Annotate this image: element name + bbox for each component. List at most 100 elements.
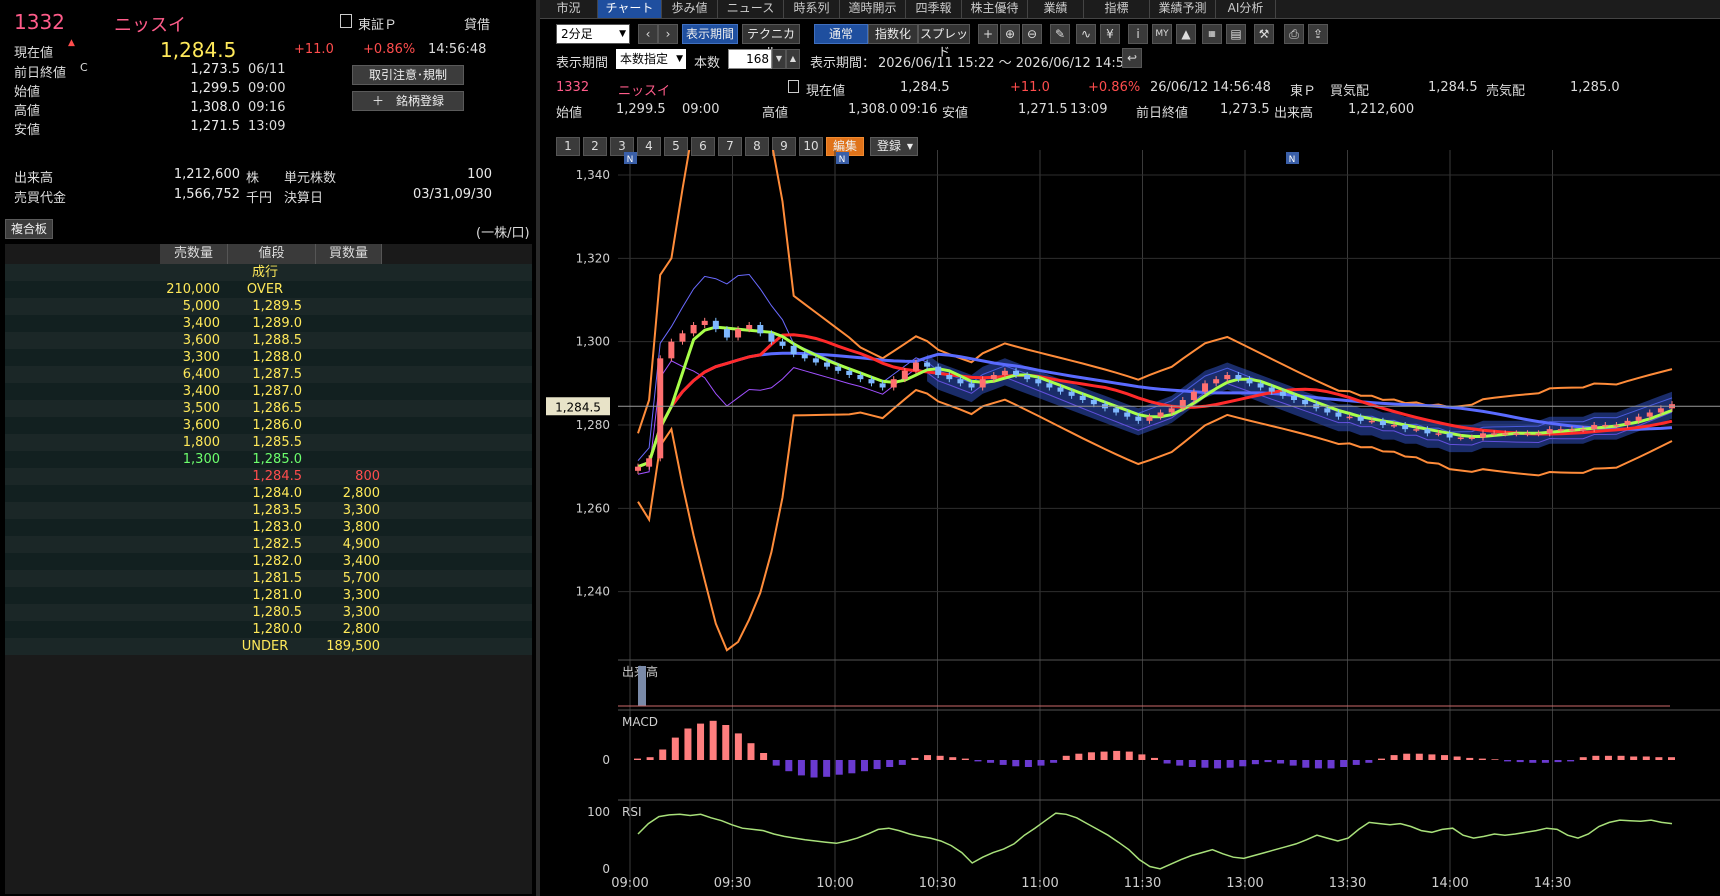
crosshair-icon[interactable]: + — [978, 24, 998, 44]
macd-bar — [1125, 751, 1133, 760]
print-icon[interactable]: ⎙ — [1284, 24, 1304, 44]
orderbook-row[interactable]: 1,284.5 800 — [5, 468, 532, 485]
orderbook-row[interactable]: 3,300 1,288.0 — [5, 349, 532, 366]
tab-1[interactable]: チャート — [598, 0, 662, 18]
candle-body — [1168, 408, 1175, 413]
orderbook-row[interactable]: 5,000 1,289.5 — [5, 298, 532, 315]
orderbook-row[interactable]: 1,282.5 4,900 — [5, 536, 532, 553]
orderbook-row[interactable]: 1,281.5 5,700 — [5, 570, 532, 587]
candle-body — [1368, 420, 1375, 423]
export-icon[interactable]: ⇪ — [1308, 24, 1328, 44]
chart-market: 東Ｐ — [1290, 84, 1317, 99]
orderbook-row[interactable]: 1,281.0 3,300 — [5, 587, 532, 604]
candle-body — [1257, 383, 1264, 388]
orderbook-row[interactable]: 1,800 1,285.5 — [5, 434, 532, 451]
orderbook-row[interactable]: 3,500 1,286.5 — [5, 400, 532, 417]
orderbook-row[interactable]: 1,280.5 3,300 — [5, 604, 532, 621]
tab-4[interactable]: 時系列 — [784, 0, 840, 18]
price-header: 値段 — [228, 244, 316, 264]
tab-8[interactable]: 業績 — [1028, 0, 1084, 18]
orderbook-row[interactable]: 3,400 1,289.0 — [5, 315, 532, 332]
trading-rules-button[interactable]: 取引注意･規制 — [352, 65, 464, 85]
count-up-icon[interactable]: ▲ — [786, 49, 800, 69]
price: 1,284.0 — [252, 486, 302, 501]
buy-qty: 3,300 — [342, 588, 380, 603]
rsi-0-label: 0 — [602, 862, 610, 876]
candle-body — [1035, 379, 1042, 384]
unit-shares-value: 100 — [467, 167, 492, 182]
orderbook-row[interactable]: 3,400 1,287.0 — [5, 383, 532, 400]
tab-6[interactable]: 四季報 — [906, 0, 962, 18]
orderbook-row[interactable]: 210,000 OVER — [5, 281, 532, 298]
orderbook-row[interactable]: 3,600 1,286.0 — [5, 417, 532, 434]
macd-bar — [684, 728, 692, 760]
macd-bar — [1541, 760, 1549, 763]
tab-9[interactable]: 指標 — [1084, 0, 1150, 18]
document-icon[interactable] — [340, 14, 352, 28]
index-button[interactable]: 指数化 — [868, 24, 918, 44]
tab-7[interactable]: 株主優待 — [962, 0, 1028, 18]
pencil-icon[interactable]: ✎ — [1050, 24, 1070, 44]
candle-body — [779, 341, 786, 346]
macd-bar — [734, 733, 742, 760]
tab-2[interactable]: 歩み値 — [662, 0, 718, 18]
count-input[interactable] — [728, 49, 772, 69]
price-chart[interactable]: 09:00 09:30 10:00 10:30 11:00 11:30 13:00 13:30… — [540, 150, 1720, 896]
high-value: 1,308.0 — [848, 102, 898, 117]
prev-arrow-icon[interactable]: ‹ — [638, 24, 658, 44]
spread-button[interactable]: スプレッド — [918, 24, 970, 59]
reset-icon[interactable]: ↩ — [1122, 48, 1142, 68]
area-chart-icon[interactable]: ▲ — [1176, 24, 1196, 44]
orderbook-row[interactable]: UNDER 189,500 — [5, 638, 532, 655]
tab-5[interactable]: 適時開示 — [840, 0, 906, 18]
orderbook-row[interactable]: 1,284.0 2,800 — [5, 485, 532, 502]
candle-body — [1602, 425, 1609, 427]
my-chart-icon[interactable]: MY — [1152, 24, 1172, 44]
tab-0[interactable]: 市況 — [540, 0, 598, 18]
settings-chart-icon[interactable]: ▤ — [1226, 24, 1246, 44]
count-down-icon[interactable]: ▼ — [772, 49, 786, 69]
orderbook-row[interactable]: 3,600 1,288.5 — [5, 332, 532, 349]
price-change: +11.0 — [294, 42, 334, 57]
orderbook-row[interactable]: 1,283.5 3,300 — [5, 502, 532, 519]
orderbook-row[interactable]: 6,400 1,287.5 — [5, 366, 532, 383]
macd-bar — [671, 737, 679, 760]
auto-icon[interactable]: ▦ — [1202, 24, 1222, 44]
volume-value: 1,212,600 — [173, 167, 240, 182]
info-icon[interactable]: i — [1128, 24, 1148, 44]
zoom-out-icon[interactable]: ⊖ — [1022, 24, 1042, 44]
orderbook-row[interactable]: 1,280.0 2,800 — [5, 621, 532, 638]
buy-qty: 800 — [355, 469, 380, 484]
period-mode-select[interactable]: 本数指定 ▼ — [616, 49, 686, 69]
macd-bar — [1478, 758, 1486, 760]
candle-body — [657, 358, 664, 459]
macd-bar — [1138, 754, 1146, 760]
candle-body — [1213, 379, 1220, 384]
document-icon[interactable] — [788, 80, 799, 93]
technical-button[interactable]: テクニカル — [742, 24, 800, 59]
open-time: 09:00 — [682, 102, 720, 117]
orderbook-row[interactable]: 成行 — [5, 264, 532, 281]
yen-icon[interactable]: ¥ — [1100, 24, 1120, 44]
line-chart-icon[interactable]: ∿ — [1076, 24, 1096, 44]
price: 1,281.5 — [252, 571, 302, 586]
orderbook-mode-button[interactable]: 複合板 — [5, 219, 53, 239]
next-arrow-icon[interactable]: › — [658, 24, 678, 44]
macd-bar — [1529, 760, 1537, 763]
add-watchlist-button[interactable]: ＋ 銘柄登録 — [352, 91, 464, 111]
normal-button[interactable]: 通常 — [814, 24, 868, 44]
zoom-in-icon[interactable]: ⊕ — [1000, 24, 1020, 44]
range-value: 2026/06/11 15:22 ～ 2026/06/12 14:56 — [878, 56, 1133, 71]
period-button[interactable]: 表示期間 — [682, 24, 738, 44]
candle-body — [846, 370, 853, 375]
tab-3[interactable]: ニュース — [718, 0, 784, 18]
tab-11[interactable]: AI分析 — [1216, 0, 1276, 18]
x-tick-label: 09:30 — [714, 876, 751, 891]
candle-body — [1224, 375, 1231, 380]
wrench-icon[interactable]: ⚒ — [1254, 24, 1274, 44]
orderbook-row[interactable]: 1,282.0 3,400 — [5, 553, 532, 570]
tab-10[interactable]: 業績予測 — [1150, 0, 1216, 18]
orderbook-row[interactable]: 1,283.0 3,800 — [5, 519, 532, 536]
orderbook-row[interactable]: 1,300 1,285.0 — [5, 451, 532, 468]
interval-select[interactable]: 2分足 ▼ — [556, 24, 630, 44]
